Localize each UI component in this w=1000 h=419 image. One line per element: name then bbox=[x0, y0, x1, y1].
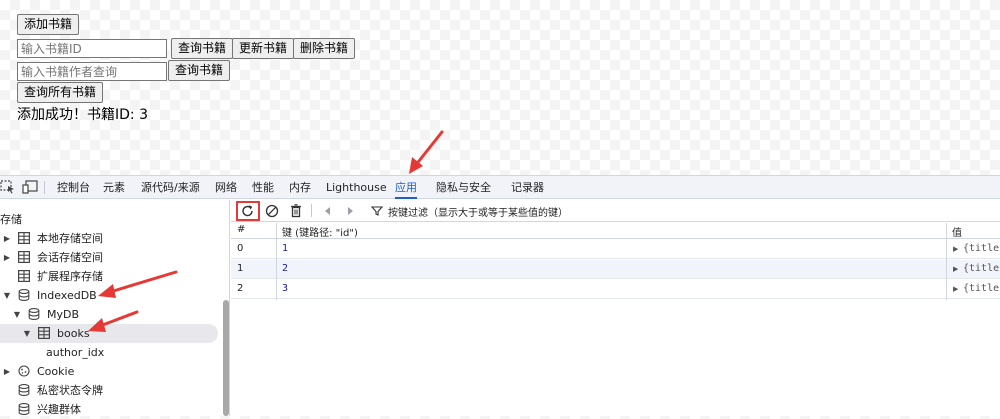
arrow-to-books bbox=[88, 310, 139, 332]
arrow-to-indexeddb bbox=[98, 270, 178, 298]
arrow-to-application-tab bbox=[409, 130, 444, 174]
annotation-arrows bbox=[88, 130, 444, 332]
